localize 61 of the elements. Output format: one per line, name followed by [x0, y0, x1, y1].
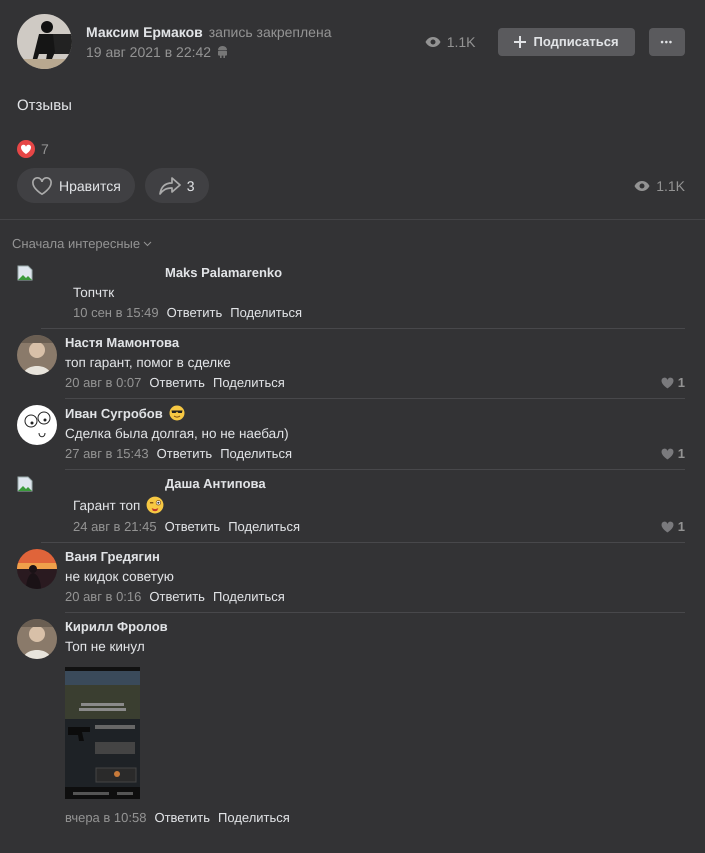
share-link[interactable]: Поделиться — [212, 589, 285, 604]
share-link[interactable]: Поделиться — [212, 375, 285, 390]
comment-text: Топчтк — [73, 285, 114, 300]
commenter-name[interactable]: Даша Антипова — [165, 476, 266, 491]
plus-icon — [514, 36, 526, 48]
view-count: 1.1K — [446, 34, 476, 50]
commenter-name[interactable]: Кирилл Фролов — [65, 619, 168, 634]
commenter-name[interactable]: Ваня Гредягин — [65, 549, 160, 564]
like-count: 1 — [678, 519, 685, 534]
more-button[interactable]: ••• — [648, 28, 685, 56]
reply-link[interactable]: Ответить — [154, 810, 210, 825]
comment-date: вчера в 10:58 — [65, 810, 146, 825]
android-icon — [217, 45, 228, 58]
commenter-name[interactable]: Иван Сугробов — [65, 406, 163, 420]
comment-text: топ гарант, помог в сделке — [65, 355, 231, 370]
heart-reaction-icon — [17, 140, 35, 158]
reply-link[interactable]: Ответить — [149, 375, 205, 390]
share-link[interactable]: Поделиться — [220, 446, 292, 461]
like-button[interactable]: Нравится — [17, 168, 135, 203]
share-link[interactable]: Поделиться — [228, 519, 300, 534]
heart-icon — [660, 520, 674, 532]
like-count: 1 — [678, 446, 685, 461]
view-count: 1.1K — [656, 178, 685, 194]
heart-icon — [660, 376, 674, 388]
comment-date: 24 авг в 21:45 — [73, 519, 157, 534]
eye-icon — [424, 36, 441, 48]
chevron-down-icon — [143, 240, 152, 246]
share-link[interactable]: Поделиться — [230, 305, 302, 320]
broken-image-icon — [17, 476, 33, 492]
author-name[interactable]: Максим Ермаков — [86, 24, 203, 40]
heart-icon — [31, 176, 53, 196]
sort-dropdown[interactable]: Сначала интересные — [12, 236, 152, 251]
share-link[interactable]: Поделиться — [218, 810, 290, 825]
reply-link[interactable]: Ответить — [149, 589, 205, 604]
share-button[interactable]: 3 — [144, 168, 209, 203]
reply-link[interactable]: Ответить — [156, 446, 212, 461]
cartoon-face-icon — [17, 405, 57, 445]
comment-text: не кидок советую — [65, 569, 174, 584]
comment-date: 27 авг в 15:43 — [65, 446, 149, 461]
post-text: Отзывы — [17, 97, 73, 114]
comment-date: 10 сен в 15:49 — [73, 305, 159, 320]
comment-date: 20 авг в 0:16 — [65, 589, 142, 604]
subscribe-button[interactable]: Подписаться — [498, 28, 635, 56]
winking-face-icon — [146, 496, 164, 514]
comment-text: Гарант топ — [73, 498, 140, 512]
comment-text: Топ не кинул — [65, 639, 145, 654]
like-count: 1 — [678, 375, 685, 390]
comment-text: Сделка была долгая, но не наебал) — [65, 426, 289, 441]
reply-link[interactable]: Ответить — [166, 305, 222, 320]
commenter-name[interactable]: Maks Palamarenko — [165, 265, 282, 280]
heart-icon — [660, 448, 674, 460]
eye-icon — [634, 180, 650, 192]
share-arrow-icon — [158, 176, 181, 194]
comment-date: 20 авг в 0:07 — [65, 375, 142, 390]
commenter-name[interactable]: Настя Мамонтова — [65, 335, 180, 350]
sunglasses-face-icon — [168, 405, 185, 421]
post-date: 19 авг 2021 в 22:42 — [86, 44, 212, 60]
reply-link[interactable]: Ответить — [164, 519, 220, 534]
reaction-count: 7 — [41, 141, 49, 157]
pinned-note: запись закреплена — [208, 24, 332, 40]
broken-image-icon — [17, 265, 33, 281]
